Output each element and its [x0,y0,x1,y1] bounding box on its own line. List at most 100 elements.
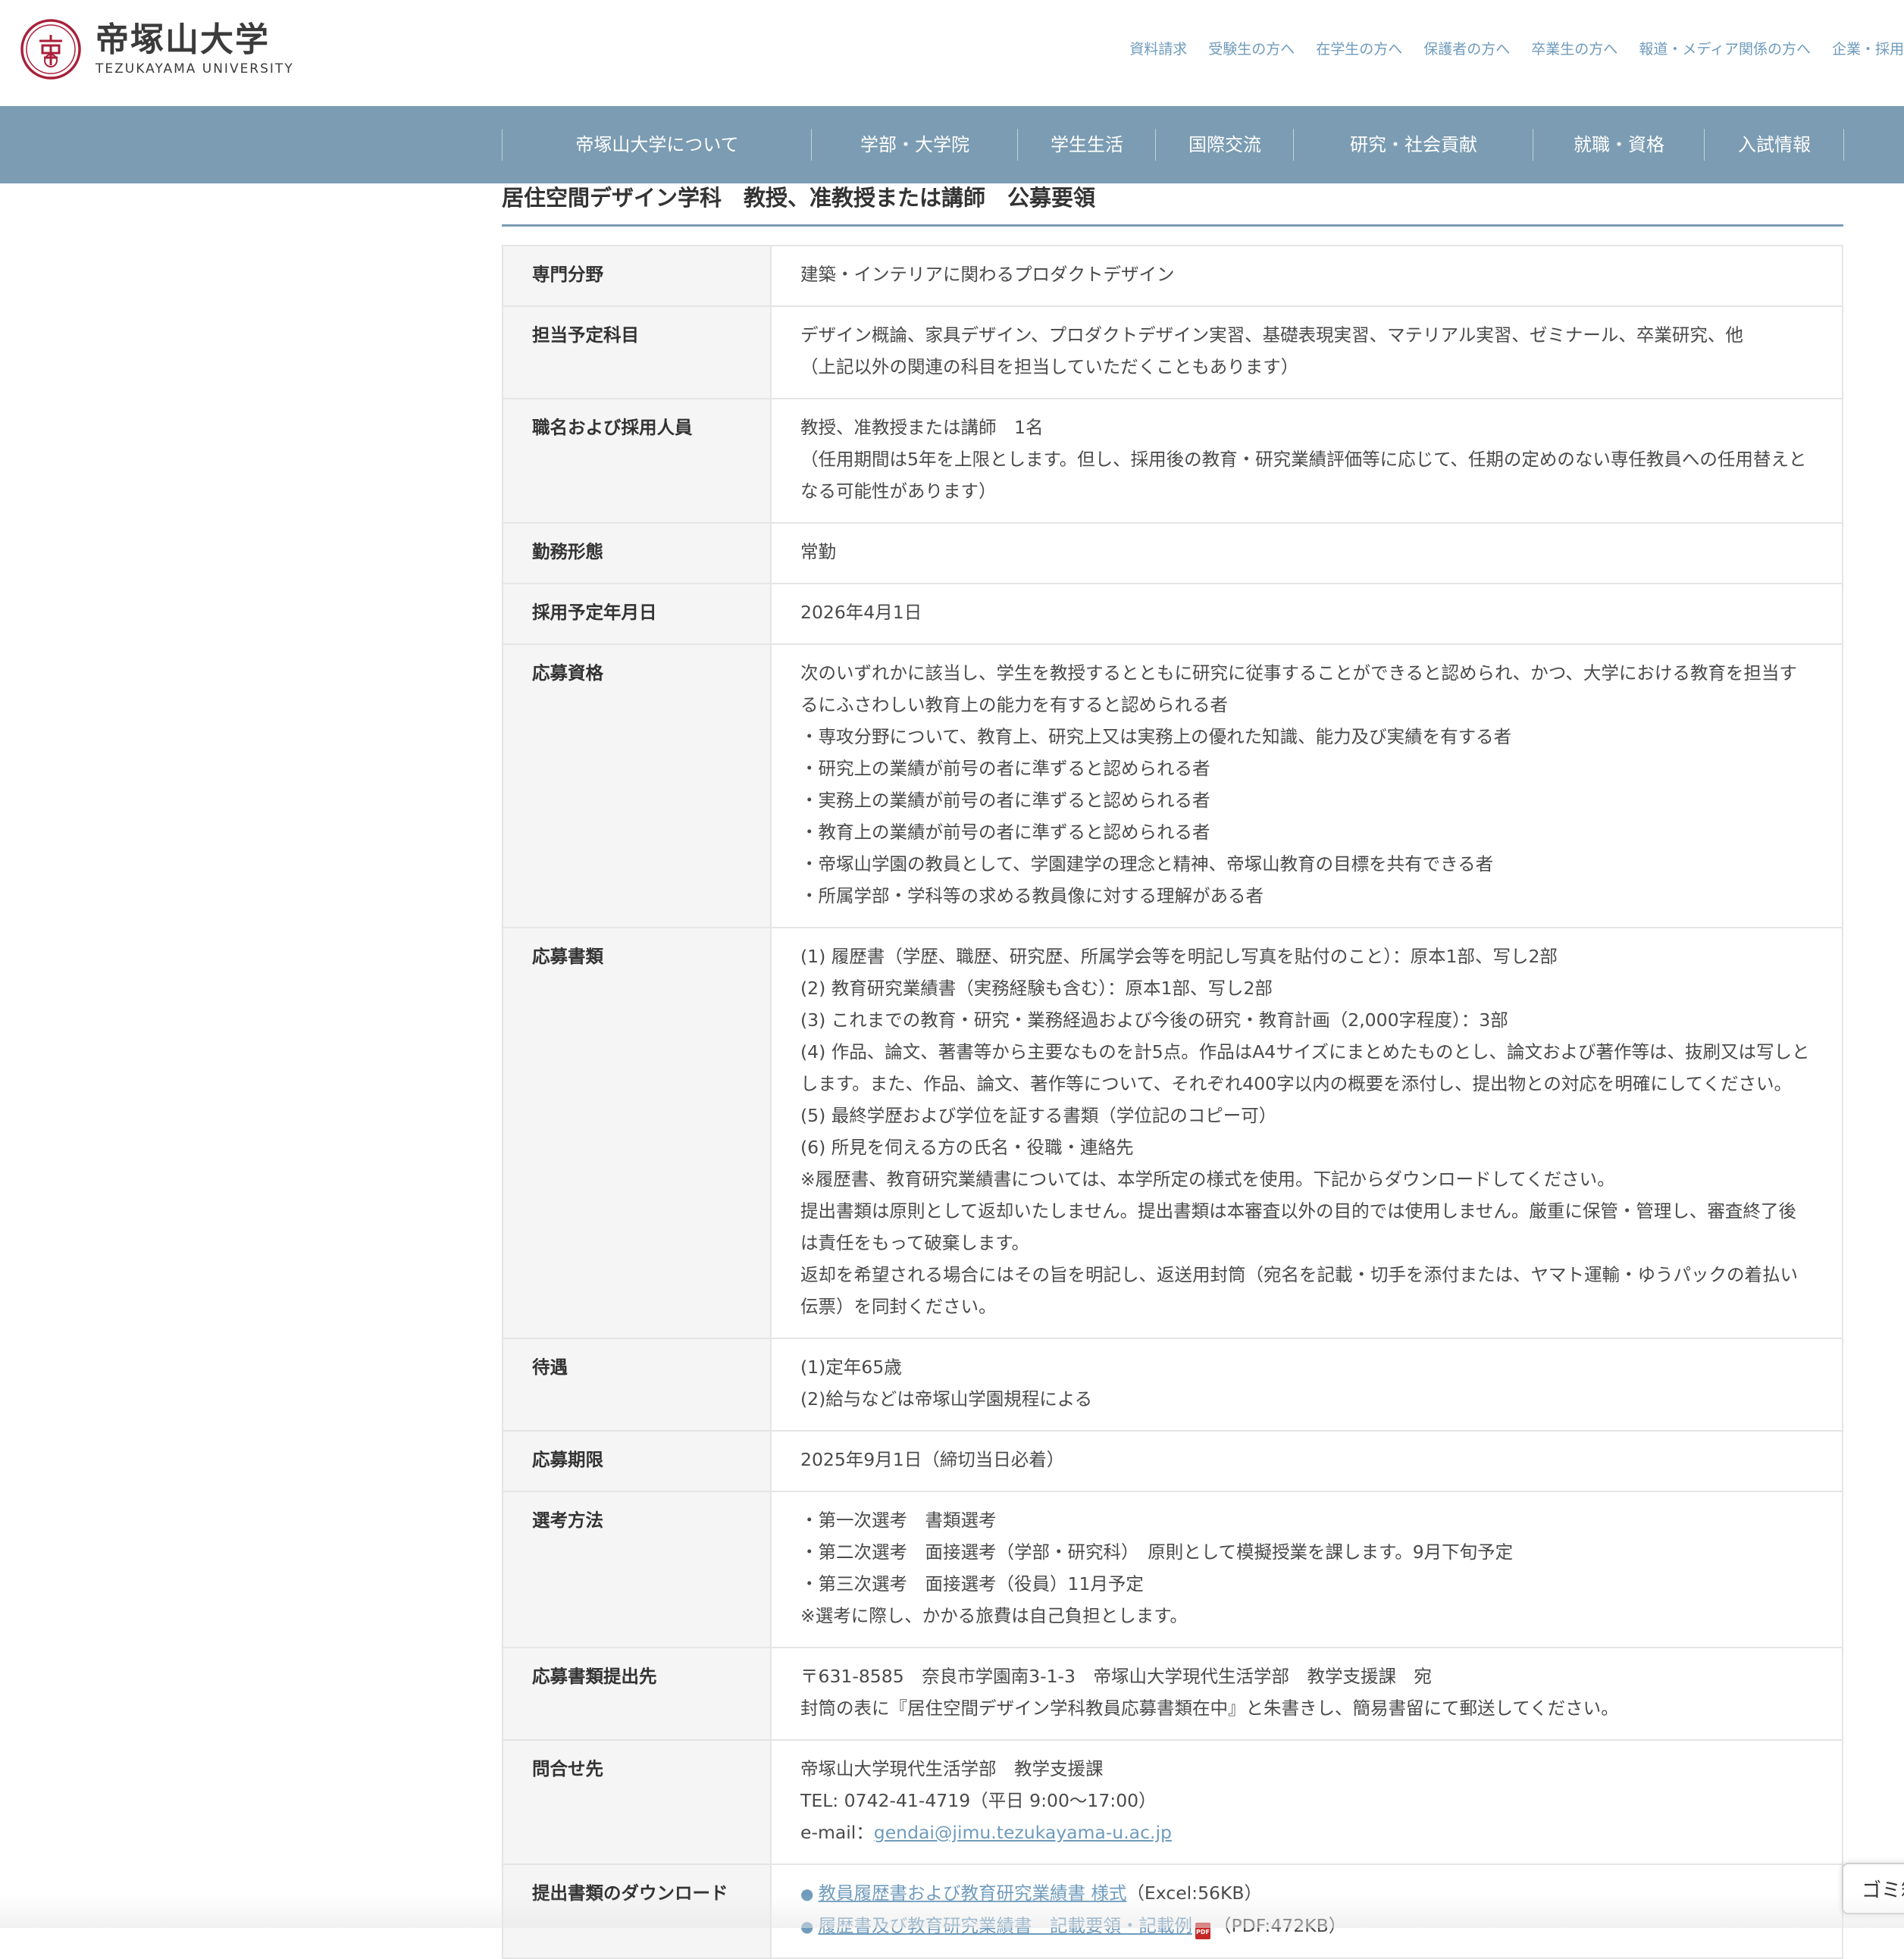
university-crest-icon [20,19,81,80]
util-link-request[interactable]: 資料請求 [1129,38,1187,58]
download-item: ● 履歴書及び教育研究業績書 記載要領・記載例 PDF （PDF:472KB） [800,1910,1813,1942]
util-link-students[interactable]: 在学生の方へ [1316,38,1402,58]
row-value: 2025年9月1日（締切当日必着） [770,1430,1843,1492]
row-label: 問合せ先 [502,1739,772,1865]
row-label: 提出書類のダウンロード [502,1864,772,1959]
table-row: 採用予定年月日 2026年4月1日 [502,583,1843,645]
row-value-line: ・専攻分野について、教育上、研究上又は実務上の優れた知識、能力及び実績を有する者 [800,726,1512,747]
row-value: 帝塚山大学現代生活学部 教学支援課 TEL: 0742-41-4719（平日 9… [770,1739,1843,1865]
row-value: 次のいずれかに該当し、学生を教授するとともに研究に従事することができると認められ… [770,643,1843,928]
row-value: ・第一次選考 書類選考 ・第二次選考 面接選考（学部・研究科） 原則として模擬授業… [770,1491,1843,1648]
download-meta: （Excel:56KB） [1126,1882,1263,1904]
row-value-line: ・帝塚山学園の教員として、学園建学の理念と精神、帝塚山教育の目標を共有できる者 [800,853,1494,875]
nav-item-admissions[interactable]: 入試情報 [1704,129,1844,161]
download-link-form[interactable]: 教員履歴書および教育研究業績書 様式 [818,1882,1126,1904]
floating-tab-label: ゴミ箱 [1862,1879,1904,1902]
row-value: 2026年4月1日 [770,583,1843,645]
row-value-line: 封筒の表に『居住空間デザイン学科教員応募書類在中』と朱書きし、簡易書留にて郵送し… [800,1698,1619,1719]
row-value-line: 建築・インテリアに関わるプロダクトデザイン [800,264,1175,285]
nav-item-career[interactable]: 就職・資格 [1533,129,1705,161]
row-value: 〒631-8585 奈良市学園南3-1-3 帝塚山大学現代生活学部 教学支援課 … [770,1647,1843,1741]
row-label: 専門分野 [502,245,772,307]
nav-item-international[interactable]: 国際交流 [1155,129,1294,161]
table-row-contact: 問合せ先 帝塚山大学現代生活学部 教学支援課 TEL: 0742-41-4719… [502,1739,1843,1865]
row-value: (1) 履歴書（学歴、職歴、研究歴、所属学会等を明記し写真を貼付のこと）：原本1… [770,927,1843,1339]
nav-divider [1843,129,1844,161]
row-label: 応募書類提出先 [502,1647,772,1741]
table-row: 選考方法 ・第一次選考 書類選考 ・第二次選考 面接選考（学部・研究科） 原則として… [502,1491,1843,1648]
nav-item-research[interactable]: 研究・社会貢献 [1293,129,1533,161]
utility-nav: 資料請求 受験生の方へ 在学生の方へ 保護者の方へ 卒業生の方へ 報道・メディア… [1108,38,1904,58]
row-value-line: ・第一次選考 書類選考 [800,1510,997,1531]
row-value-line: (4) 作品、論文、著書等から主要なものを計5点。作品はA4サイズにまとめたもの… [800,1041,1810,1094]
row-value-line: 提出書類は原則として返却いたしません。提出書類は本審査以外の目的では使用しません… [800,1200,1796,1253]
row-value-line: 次のいずれかに該当し、学生を教授するとともに研究に従事することができると認められ… [800,662,1797,715]
row-value-line: 返却を希望される場合にはその旨を明記し、返送用封筒（宛名を記載・切手を添付または… [800,1264,1798,1317]
row-label: 担当予定科目 [502,305,772,399]
row-value-line: ・第三次選考 面接選考（役員）11月予定 [800,1573,1144,1594]
download-meta: （PDF:472KB） [1213,1915,1347,1936]
row-value-line: (6) 所見を伺える方の氏名・役職・連絡先 [800,1137,1134,1158]
row-value-line: （任用期間は5年を上限とします。但し、採用後の教育・研究業績評価等に応じて、任期… [800,449,1807,502]
row-value-line: 常勤 [800,541,836,562]
row-label: 選考方法 [502,1491,772,1648]
contact-tel: TEL: 0742-41-4719（平日 9:00〜17:00） [800,1790,1157,1811]
row-value: デザイン概論、家具デザイン、プロダクトデザイン実習、基礎表現実習、マテリアル実習… [770,305,1843,399]
row-label: 勤務形態 [502,522,772,584]
bullet-dot-icon: ● [800,1917,814,1936]
table-row: 応募書類提出先 〒631-8585 奈良市学園南3-1-3 帝塚山大学現代生活学部… [502,1647,1843,1741]
global-nav: 帝塚山大学について 学部・大学院 学生生活 国際交流 研究・社会貢献 就職・資格… [0,106,1904,183]
table-row: 専門分野 建築・インテリアに関わるプロダクトデザイン [502,245,1843,307]
logo-title-en: TEZUKAYAMA UNIVERSITY [96,61,294,77]
row-value: 常勤 [770,522,1843,584]
nav-item-student-life[interactable]: 学生生活 [1017,129,1156,161]
row-value-line: (5) 最終学歴および学位を証する書類（学位記のコピー可） [800,1105,1277,1126]
contact-email-line: e-mail：gendai@jimu.tezukayama-u.ac.jp [800,1817,1813,1848]
row-label: 応募期限 [502,1430,772,1492]
row-label: 応募資格 [502,643,772,928]
row-value: 教授、准教授または講師 1名 （任用期間は5年を上限とします。但し、採用後の教育・… [770,398,1843,524]
table-row: 勤務形態 常勤 [502,522,1843,584]
util-link-applicants[interactable]: 受験生の方へ [1208,38,1295,58]
row-value-line: デザイン概論、家具デザイン、プロダクトデザイン実習、基礎表現実習、マテリアル実習… [800,324,1743,346]
contact-org: 帝塚山大学現代生活学部 教学支援課 [800,1758,1104,1779]
row-value-line: 教授、准教授または講師 1名 [800,417,1044,438]
row-value-line: (2) 教育研究業績書（実務経験も含む）：原本1部、写し2部 [800,978,1273,999]
row-label: 待遇 [502,1338,772,1432]
util-link-alumni[interactable]: 卒業生の方へ [1531,38,1617,58]
row-value-line: ※履歴書、教育研究業績書については、本学所定の様式を使用。下記からダウンロードし… [800,1169,1615,1190]
download-link-guide[interactable]: 履歴書及び教育研究業績書 記載要領・記載例 [818,1915,1192,1936]
util-link-parents[interactable]: 保護者の方へ [1423,38,1510,58]
table-row: 応募資格 次のいずれかに該当し、学生を教授するとともに研究に従事することができると… [502,643,1843,928]
floating-tab[interactable]: ゴミ箱 [1842,1863,1904,1914]
table-row: 応募期限 2025年9月1日（締切当日必着） [502,1430,1843,1492]
row-value: ● 教員履歴書および教育研究業績書 様式（Excel:56KB） ● 履歴書及び教育… [770,1864,1843,1959]
table-row: 応募書類 (1) 履歴書（学歴、職歴、研究歴、所属学会等を明記し写真を貼付のこと）… [502,927,1843,1339]
row-value-line: (2)給与などは帝塚山学園規程による [800,1388,1093,1410]
row-value: (1)定年65歳 (2)給与などは帝塚山学園規程による [770,1338,1843,1432]
nav-item-about[interactable]: 帝塚山大学について [502,129,812,161]
nav-item-faculties[interactable]: 学部・大学院 [811,129,1018,161]
row-value-line: ・研究上の業績が前号の者に準ずると認められる者 [800,758,1210,779]
row-value-line: 2025年9月1日（締切当日必着） [800,1449,1065,1470]
table-row: 職名および採用人員 教授、准教授または講師 1名 （任用期間は5年を上限とします。但… [502,398,1843,524]
util-link-media[interactable]: 報道・メディア関係の方へ [1639,38,1811,58]
row-label: 応募書類 [502,927,772,1339]
table-row: 担当予定科目 デザイン概論、家具デザイン、プロダクトデザイン実習、基礎表現実習、マ… [502,305,1843,399]
row-value-line: ※選考に際し、かかる旅費は自己負担とします。 [800,1605,1188,1626]
page-title: 居住空間デザイン学科 教授、准教授または講師 公募要領 [502,183,1843,227]
table-row: 待遇 (1)定年65歳 (2)給与などは帝塚山学園規程による [502,1338,1843,1432]
row-value-line: ・所属学部・学科等の求める教員像に対する理解がある者 [800,885,1264,906]
util-link-business[interactable]: 企業・採用 [1832,38,1904,58]
contact-email-prefix: e-mail： [800,1822,874,1843]
row-value-line: 2026年4月1日 [800,602,922,623]
download-item: ● 教員履歴書および教育研究業績書 様式（Excel:56KB） [800,1877,1813,1910]
bullet-dot-icon: ● [800,1885,814,1903]
row-value-line: (3) これまでの教育・研究・業務経過および今後の研究・教育計画（2,000字程… [800,1009,1508,1031]
contact-email-link[interactable]: gendai@jimu.tezukayama-u.ac.jp [874,1822,1172,1843]
row-value-line: (1)定年65歳 [800,1357,902,1378]
row-value-line: (1) 履歴書（学歴、職歴、研究歴、所属学会等を明記し写真を貼付のこと）：原本1… [800,946,1558,967]
site-logo[interactable]: 帝塚山大学 TEZUKAYAMA UNIVERSITY [20,18,294,80]
site-header: 帝塚山大学 TEZUKAYAMA UNIVERSITY 資料請求 受験生の方へ … [0,0,1904,106]
table-row-downloads: 提出書類のダウンロード ● 教員履歴書および教育研究業績書 様式（Excel:56… [502,1864,1843,1959]
